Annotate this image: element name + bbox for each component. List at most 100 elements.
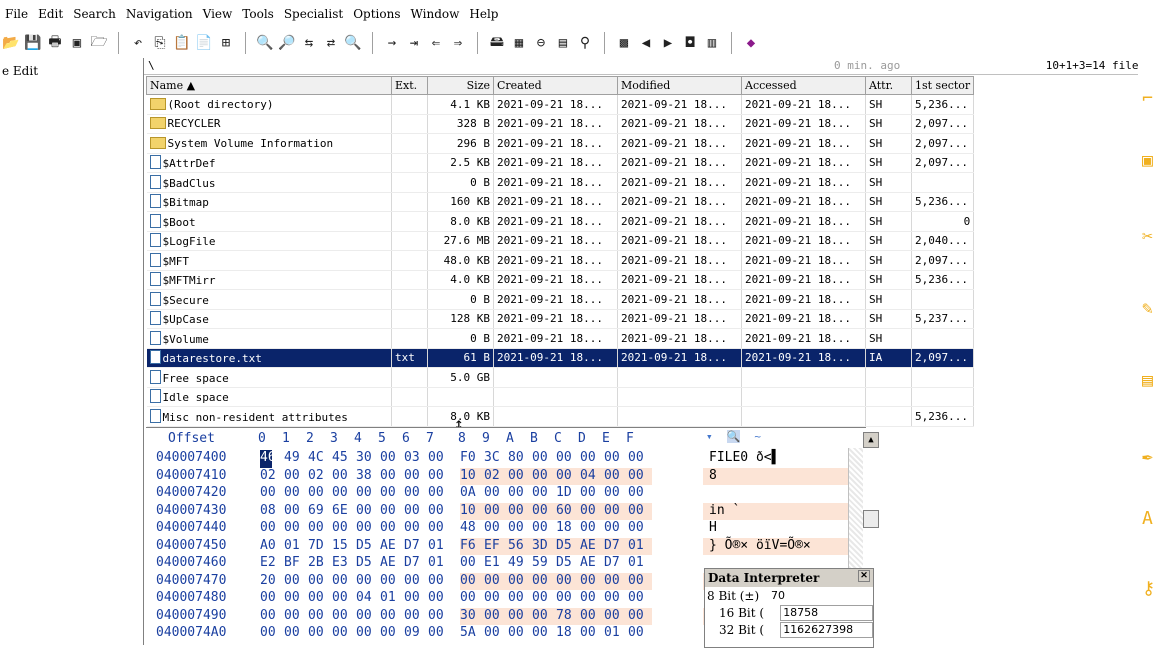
hex-byte[interactable]: 00 — [380, 468, 404, 486]
hex-byte[interactable]: 4C — [308, 450, 332, 468]
hex-byte[interactable]: 09 — [404, 625, 428, 643]
scissors-icon[interactable]: ✂ — [1142, 226, 1162, 247]
table-row[interactable]: datarestore.txt txt 61 B 2021-09-21 18... 20… — [146, 348, 975, 368]
hex-byte[interactable]: 01 — [428, 538, 452, 556]
column-header[interactable]: Ext. — [391, 76, 428, 95]
hex-byte[interactable]: 00 — [532, 573, 556, 591]
hex-byte[interactable]: 2B — [308, 555, 332, 573]
hex-text-row[interactable]: H — [703, 520, 855, 538]
table-row[interactable]: RECYCLER 328 B 2021-09-21 18... 2021-09-21 … — [146, 114, 975, 134]
hex-byte[interactable]: 00 — [604, 503, 628, 521]
table-row[interactable]: Idle space — [146, 387, 975, 407]
hex-byte[interactable]: 00 — [508, 573, 532, 591]
table-row[interactable]: $BadClus 0 B 2021-09-21 18... 2021-09-21 18… — [146, 172, 975, 193]
bookmark-icon[interactable]: ⌐ — [1142, 88, 1162, 109]
hex-byte[interactable]: 00 — [556, 573, 580, 591]
column-header[interactable]: Accessed — [741, 76, 866, 95]
hex-byte[interactable]: 00 — [428, 485, 452, 503]
scroll-thumb[interactable] — [863, 510, 879, 528]
hex-byte[interactable]: 49 — [284, 450, 308, 468]
hex-byte[interactable]: 00 — [580, 450, 604, 468]
hex-byte[interactable]: D5 — [356, 555, 380, 573]
hex-byte[interactable]: 00 — [508, 468, 532, 486]
hex-byte[interactable]: 00 — [580, 573, 604, 591]
pen-icon[interactable]: ✒ — [1142, 446, 1162, 467]
hex-byte[interactable]: 00 — [332, 468, 356, 486]
wave-icon[interactable]: ~ — [754, 430, 761, 443]
hex-byte[interactable]: 00 — [284, 503, 308, 521]
hex-byte[interactable]: 00 — [404, 485, 428, 503]
hex-byte[interactable]: 15 — [332, 538, 356, 556]
hex-byte[interactable]: 69 — [308, 503, 332, 521]
table-row[interactable]: $Boot 8.0 KB 2021-09-21 18... 2021-09-21 18… — [146, 211, 975, 232]
menu-edit[interactable]: Edit — [33, 7, 68, 21]
column-header[interactable]: Size — [427, 76, 494, 95]
hex-byte[interactable]: 00 — [628, 625, 652, 643]
copy-icon[interactable]: ⎘ — [149, 32, 171, 54]
hex-byte[interactable]: 04 — [580, 468, 604, 486]
hex-byte[interactable]: 02 — [484, 468, 508, 486]
goto-icon[interactable]: → — [381, 32, 403, 54]
hex-byte[interactable]: 30 — [356, 450, 380, 468]
hex-byte[interactable]: 00 — [404, 608, 428, 626]
hex-row[interactable]: 040007420 00 00 00 00 00 00 00 00 0A 00 00 00 1D 00 00 0… — [146, 485, 702, 503]
hex-byte[interactable]: 5A — [460, 625, 484, 643]
find-next-icon[interactable]: 🔍 — [342, 32, 364, 54]
menu-help[interactable]: Help — [464, 7, 503, 21]
hex-byte[interactable]: 00 — [332, 485, 356, 503]
column-header[interactable]: 1st sector — [910, 76, 975, 95]
hex-byte[interactable]: 00 — [508, 590, 532, 608]
hex-byte[interactable]: 00 — [308, 485, 332, 503]
hex-byte[interactable]: 00 — [308, 608, 332, 626]
hex-byte[interactable]: 00 — [260, 520, 284, 538]
hex-byte[interactable]: 00 — [428, 450, 452, 468]
column-header[interactable]: Name ▲ — [146, 76, 392, 95]
hex-byte[interactable]: 7D — [308, 538, 332, 556]
hex-byte[interactable]: 00 — [260, 590, 284, 608]
hex-row[interactable]: 040007440 00 00 00 00 00 00 00 00 48 00 00 00 18 00 00 0… — [146, 520, 702, 538]
table-row[interactable]: System Volume Information 296 B 2021-09-21… — [146, 133, 975, 154]
hex-byte[interactable]: 80 — [508, 450, 532, 468]
hex-byte[interactable]: AE — [380, 555, 404, 573]
hex-byte[interactable]: 00 — [308, 520, 332, 538]
hex-byte[interactable]: 10 — [460, 503, 484, 521]
save-icon[interactable]: 💾 — [22, 32, 44, 54]
table-row[interactable]: (Root directory) 4.1 KB 2021-09-21 18... 20… — [146, 94, 975, 115]
hex-byte[interactable]: 00 — [532, 520, 556, 538]
hex-byte[interactable]: 00 — [556, 450, 580, 468]
hex-byte[interactable]: 02 — [260, 468, 284, 486]
hex-row[interactable]: 0400074A0 00 00 00 00 00 00 09 00 5A 00 00 00 18 00 01 0… — [146, 625, 702, 643]
hex-byte[interactable]: 00 — [428, 573, 452, 591]
hex-byte[interactable]: 00 — [356, 503, 380, 521]
find-text-icon[interactable]: 🔍 — [726, 430, 741, 443]
dropdown-icon[interactable]: ▾ — [706, 430, 713, 443]
hex-byte[interactable]: 59 — [532, 555, 556, 573]
hex-byte[interactable]: 00 — [628, 503, 652, 521]
interpreter-value[interactable]: 70 — [769, 589, 861, 603]
hex-byte[interactable]: D7 — [404, 538, 428, 556]
hex-byte[interactable]: D7 — [604, 555, 628, 573]
hex-byte[interactable]: 00 — [332, 625, 356, 643]
paste-icon[interactable]: 📋 — [171, 32, 193, 54]
table-row[interactable]: $UpCase 128 KB 2021-09-21 18... 2021-09-21 … — [146, 309, 975, 329]
goto-sector-icon[interactable]: ⇥ — [403, 32, 425, 54]
interpreter-value[interactable]: 18758 — [780, 604, 873, 621]
hex-byte[interactable]: 00 — [308, 625, 332, 643]
hex-byte[interactable]: 00 — [380, 608, 404, 626]
hex-text-row[interactable] — [703, 485, 855, 503]
hex-byte[interactable]: 38 — [356, 468, 380, 486]
hex-byte[interactable]: 18 — [556, 520, 580, 538]
hex-text-row[interactable]: } Õ®× öïV=Õ®× — [703, 537, 855, 555]
hex-byte[interactable]: EF — [484, 538, 508, 556]
hex-byte[interactable]: 00 — [484, 485, 508, 503]
hex-byte[interactable]: 00 — [332, 590, 356, 608]
hex-byte[interactable]: D5 — [356, 538, 380, 556]
hex-byte[interactable]: 00 — [580, 485, 604, 503]
close-icon[interactable]: ✕ — [858, 570, 870, 582]
next-icon[interactable]: ▶ — [657, 32, 679, 54]
hex-byte[interactable]: 00 — [356, 485, 380, 503]
hex-byte[interactable]: 00 — [428, 608, 452, 626]
hex-byte[interactable]: 3D — [532, 538, 556, 556]
hex-byte[interactable]: 00 — [628, 468, 652, 486]
hex-byte[interactable]: 03 — [404, 450, 428, 468]
